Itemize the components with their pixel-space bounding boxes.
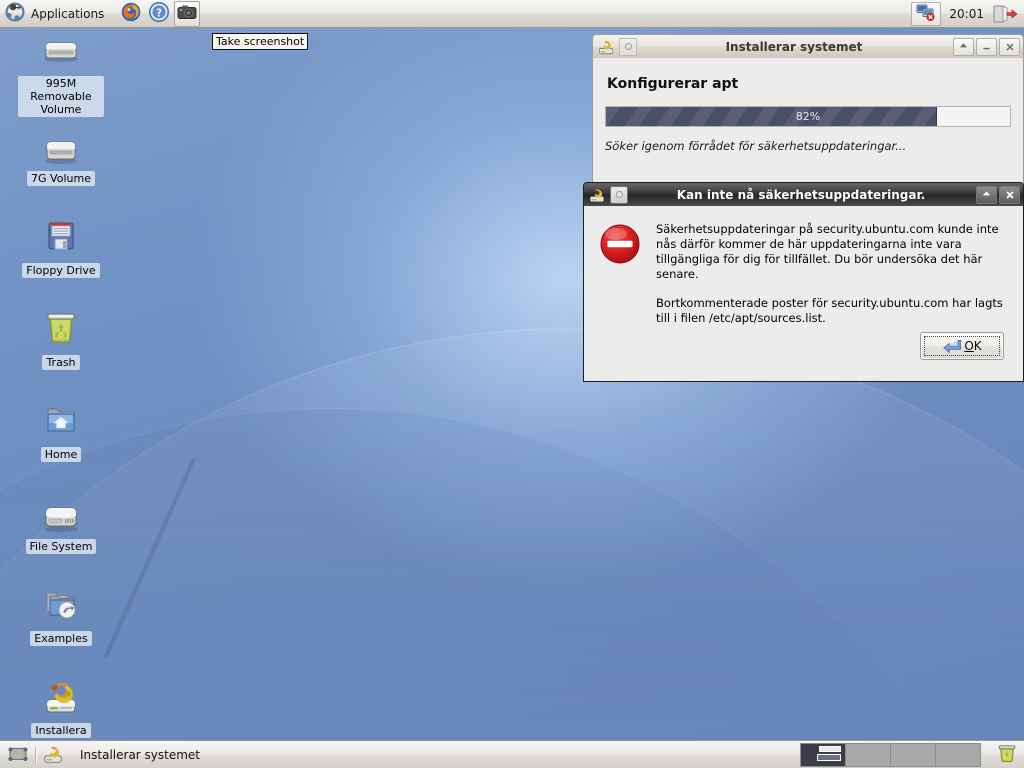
ubuntu-installer-icon (596, 37, 616, 57)
install-progress-bar: 82% (605, 106, 1011, 127)
logout-icon[interactable] (992, 4, 1018, 24)
firefox-launcher[interactable] (118, 1, 144, 27)
installer-window-body: Konfigurerar apt 82% Söker igenom förråd… (592, 58, 1024, 186)
applications-menu[interactable]: Applications (0, 1, 108, 27)
ubuntu-installer-icon (587, 185, 607, 205)
desktop-icon-trash[interactable]: Trash (18, 304, 104, 370)
desktop-icon-label: Examples (30, 631, 92, 646)
top-panel: Applications ? 20:01 (0, 0, 1024, 28)
floppy-drive-icon (37, 212, 85, 260)
user-home-icon (37, 396, 85, 444)
ubuntu-installer-icon (37, 672, 85, 720)
network-status-button[interactable] (911, 1, 942, 26)
network-disconnected-icon (916, 3, 936, 24)
panel-separator (35, 746, 37, 763)
error-no-entry-icon (598, 222, 642, 266)
desktop-icon-label: Home (40, 447, 82, 462)
desktop-icon-file-system[interactable]: File System (18, 488, 104, 554)
desktop-icon-home[interactable]: Home (18, 396, 104, 462)
taskbar-installer-icon[interactable] (42, 745, 64, 765)
installer-window-title: Installerar systemet (725, 39, 863, 54)
installer-window: Installerar systemet Konfigurerar apt 82… (592, 34, 1024, 186)
camera-icon (177, 3, 197, 24)
install-status-text: Söker igenom förrådet för säkerhetsuppda… (605, 139, 907, 153)
workspace-1[interactable] (800, 742, 846, 767)
workspace-window-thumb (819, 745, 841, 752)
window-menu-button[interactable] (619, 37, 637, 56)
drive-harddisk-icon (37, 120, 85, 168)
screenshot-tooltip: Take screenshot (212, 33, 309, 50)
desktop-icon-floppy-drive[interactable]: Floppy Drive (18, 212, 104, 278)
firefox-icon (120, 1, 142, 26)
help-question-icon: ? (148, 1, 170, 26)
show-desktop-icon[interactable] (6, 745, 30, 765)
ok-button[interactable]: OK (920, 332, 1004, 360)
ubuntu-logo-icon (4, 1, 26, 26)
trash-icon (37, 304, 85, 352)
focus-outline (924, 336, 1000, 356)
close-button[interactable] (999, 185, 1020, 204)
trash-icon (996, 742, 1018, 767)
taskbar-window-title[interactable]: Installerar systemet (80, 748, 200, 762)
error-dialog-body: Säkerhetsuppdateringar på security.ubunt… (583, 206, 1024, 382)
window-menu-button[interactable] (610, 185, 628, 204)
take-screenshot-launcher[interactable] (174, 0, 201, 27)
workspace-switcher[interactable] (800, 742, 1024, 768)
drive-filesystem-icon (37, 488, 85, 536)
error-paragraph-2: Bortkommenterade poster för security.ubu… (656, 296, 1003, 325)
error-dialog: Kan inte nå säkerhetsuppdateringar. Säke… (583, 182, 1024, 382)
desktop-icon-label: 995M Removable Volume (18, 76, 104, 117)
shade-button[interactable] (953, 37, 974, 56)
error-dialog-title: Kan inte nå säkerhetsuppdateringar. (676, 187, 926, 202)
close-button[interactable] (999, 37, 1020, 56)
install-progress-label: 82% (795, 110, 821, 123)
error-dialog-titlebar[interactable]: Kan inte nå säkerhetsuppdateringar. (583, 182, 1024, 206)
desktop-icon-label: Installera (31, 723, 91, 738)
desktop-icon-label: 7G Volume (27, 171, 95, 186)
error-paragraph-1: Säkerhetsuppdateringar på security.ubunt… (656, 222, 999, 281)
desktop-icon-removable-volume[interactable]: 995M Removable Volume (18, 28, 104, 117)
desktop-icon-examples[interactable]: Examples (18, 580, 104, 646)
ok-suffix: K (973, 339, 982, 353)
workspace-window-thumb (817, 753, 841, 761)
desktop-icon-installera[interactable]: Installera (18, 672, 104, 738)
shade-button[interactable] (976, 185, 997, 204)
help-launcher[interactable]: ? (146, 1, 172, 27)
error-message-text: Säkerhetsuppdateringar på security.ubunt… (656, 222, 1009, 326)
desktop-icon-7g-volume[interactable]: 7G Volume (18, 120, 104, 186)
installer-titlebar[interactable]: Installerar systemet (592, 34, 1024, 58)
applications-label: Applications (31, 6, 105, 21)
taskbar-trash-applet[interactable] (990, 742, 1024, 768)
folder-examples-icon (37, 580, 85, 628)
drive-removable-media-icon (37, 28, 85, 73)
minimize-button[interactable] (976, 37, 997, 56)
svg-text:?: ? (156, 7, 162, 19)
installer-heading: Konfigurerar apt (607, 76, 739, 92)
desktop-icon-label: File System (25, 539, 97, 554)
clock[interactable]: 20:01 (949, 7, 984, 21)
desktop-icon-label: Trash (42, 355, 80, 370)
ok-mnemonic: O (964, 339, 974, 353)
return-arrow-icon (942, 339, 962, 354)
bottom-panel: Installerar systemet (0, 740, 1024, 768)
desktop-icon-label: Floppy Drive (22, 263, 100, 278)
workspace-2[interactable] (845, 742, 891, 767)
ok-button-label: OK (964, 339, 981, 353)
workspace-4[interactable] (935, 742, 981, 767)
workspace-3[interactable] (890, 742, 936, 767)
